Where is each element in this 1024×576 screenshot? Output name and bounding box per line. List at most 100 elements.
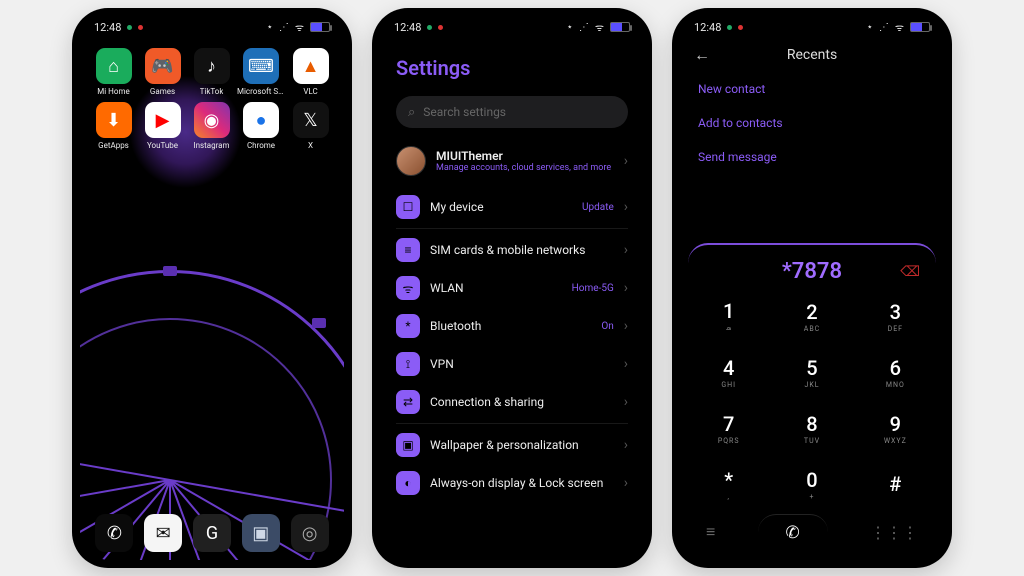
add-to-contacts[interactable]: Add to contacts: [680, 106, 944, 140]
home-wallpaper[interactable]: ⌂ Mi Home 🎮 Games ♪ TikTok ⌨Microsoft SwiftKey…: [80, 38, 344, 560]
key-digit: 2: [806, 300, 817, 324]
app-microsoft-swiftkey-[interactable]: ⌨Microsoft SwiftKey …: [237, 48, 285, 96]
chevron-right-icon: ›: [624, 318, 628, 334]
key-9[interactable]: 9WXYZ: [857, 402, 934, 454]
app-icon: 🎮: [145, 48, 181, 84]
phone-settings: 12:48 ⋆ ⋰ ᯤ Settings ⌕ Search settings M…: [372, 8, 652, 568]
bluetooth-icon: ⋆: [867, 22, 873, 33]
dock-phone[interactable]: ✆: [95, 514, 133, 552]
chevron-right-icon: ›: [624, 437, 628, 453]
wifi-icon: ᯤ: [295, 20, 304, 34]
app-icon: ▲: [293, 48, 329, 84]
signal-icon: ⋰: [279, 22, 289, 33]
key-sub: ABC: [804, 325, 820, 333]
wifi-icon: ᯤ: [595, 20, 604, 34]
settings-row-sim-cards-mobile-networks[interactable]: ≡ SIM cards & mobile networks ›: [396, 231, 628, 269]
app-getapps[interactable]: ⬇GetApps: [90, 102, 137, 150]
dock-messages[interactable]: ✉: [144, 514, 182, 552]
dock-photos[interactable]: ▣: [242, 514, 280, 552]
status-time: 12:48: [394, 21, 421, 34]
app-icon: ♪: [194, 48, 230, 84]
new-contact[interactable]: New contact: [680, 72, 944, 106]
notif-dot-1: [127, 25, 132, 30]
settings-row-connection-sharing[interactable]: ⇄Connection & sharing›: [396, 383, 628, 421]
call-button[interactable]: ✆: [758, 514, 828, 550]
key-6[interactable]: 6MNO: [857, 346, 934, 398]
phone-home: 12:48 ⋆ ⋰ ᯤ: [72, 8, 352, 568]
app-label: Games: [150, 87, 175, 96]
key-0[interactable]: 0+: [773, 458, 850, 510]
key-sub: MNO: [886, 381, 905, 389]
app-youtube[interactable]: ▶YouTube: [139, 102, 186, 150]
search-placeholder: Search settings: [423, 105, 506, 119]
settings-row-label: Wallpaper & personalization: [430, 438, 614, 452]
settings-row-label: My device: [430, 200, 572, 214]
key-7[interactable]: 7PQRS: [690, 402, 767, 454]
key-3[interactable]: 3DEF: [857, 290, 934, 342]
menu-icon[interactable]: ≡: [706, 522, 715, 542]
settings-row-vpn[interactable]: ⟟VPN›: [396, 345, 628, 383]
key-sub: WXYZ: [884, 437, 907, 445]
app-icon: ●: [243, 102, 279, 138]
key-1[interactable]: 1ܣ: [690, 290, 767, 342]
send-message[interactable]: Send message: [680, 140, 944, 174]
settings-row-label: Connection & sharing: [430, 395, 614, 409]
key-5[interactable]: 5JKL: [773, 346, 850, 398]
back-button[interactable]: ←: [694, 45, 710, 65]
app-vlc[interactable]: ▲VLC: [287, 48, 334, 96]
chevron-right-icon: ›: [624, 280, 628, 296]
dialpad-icon[interactable]: ⋮⋮⋮: [870, 523, 918, 542]
app-instagram[interactable]: ◉Instagram: [188, 102, 235, 150]
key-8[interactable]: 8TUV: [773, 402, 850, 454]
status-bar: 12:48 ⋆ ⋰ ᯤ: [80, 16, 344, 38]
notif-dot-2: [138, 25, 143, 30]
app-label: X: [308, 141, 313, 150]
search-input[interactable]: ⌕ Search settings: [396, 96, 628, 128]
app-label: GetApps: [98, 141, 129, 150]
backspace-button[interactable]: ⌫: [900, 264, 920, 280]
divider: [396, 423, 628, 424]
settings-row-label: WLAN: [430, 281, 562, 295]
dock-google[interactable]: G: [193, 514, 231, 552]
key-sub: DEF: [888, 325, 903, 333]
key-sub: TUV: [804, 437, 820, 445]
settings-row-wallpaper-personalization[interactable]: ▣Wallpaper & personalization›: [396, 426, 628, 464]
settings-row-label: SIM cards & mobile networks: [430, 243, 614, 257]
app-label: YouTube: [147, 141, 178, 150]
signal-icon: ⋰: [879, 22, 889, 33]
key-digit: 5: [806, 356, 817, 380]
app-mi-home[interactable]: ⌂ Mi Home: [90, 48, 137, 96]
dock-camera[interactable]: ◎: [291, 514, 329, 552]
app-x[interactable]: 𝕏X: [287, 102, 334, 150]
app-tiktok[interactable]: ♪ TikTok: [188, 48, 235, 96]
key-digit: 8: [806, 412, 817, 436]
settings-row-bluetooth[interactable]: *BluetoothOn›: [396, 307, 628, 345]
app-chrome[interactable]: ●Chrome: [237, 102, 285, 150]
settings-row-always-on-display-lock-screen[interactable]: ◐Always-on display & Lock screen›: [396, 464, 628, 502]
status-bar: 12:48 ⋆ ⋰ ᯤ: [380, 16, 644, 38]
profile-name: MIUIThemer: [436, 149, 614, 163]
battery-icon: [310, 22, 330, 32]
key-*[interactable]: *,: [690, 458, 767, 510]
account-row[interactable]: MIUIThemer Manage accounts, cloud servic…: [396, 140, 628, 182]
app-games[interactable]: 🎮 Games: [139, 48, 186, 96]
settings-row-icon: ☐: [396, 195, 420, 219]
chevron-right-icon: ›: [624, 242, 628, 258]
app-icon: ◉: [194, 102, 230, 138]
settings-row-label: Always-on display & Lock screen: [430, 476, 614, 490]
settings-row-icon: ≡: [396, 238, 420, 262]
key-digit: 7: [723, 412, 734, 436]
app-icon: ⌂: [96, 48, 132, 84]
settings-row-wlan[interactable]: ᯤWLANHome-5G›: [396, 269, 628, 307]
key-4[interactable]: 4GHI: [690, 346, 767, 398]
status-time: 12:48: [694, 21, 721, 34]
key-sub: GHI: [721, 381, 736, 389]
key-#[interactable]: #: [857, 458, 934, 510]
chevron-right-icon: ›: [624, 394, 628, 410]
app-label: TikTok: [200, 87, 224, 96]
key-2[interactable]: 2ABC: [773, 290, 850, 342]
app-label: Mi Home: [97, 87, 129, 96]
settings-row-my-device[interactable]: ☐My deviceUpdate›: [396, 188, 628, 226]
app-icon: ⌨: [243, 48, 279, 84]
bluetooth-icon: ⋆: [267, 22, 273, 33]
